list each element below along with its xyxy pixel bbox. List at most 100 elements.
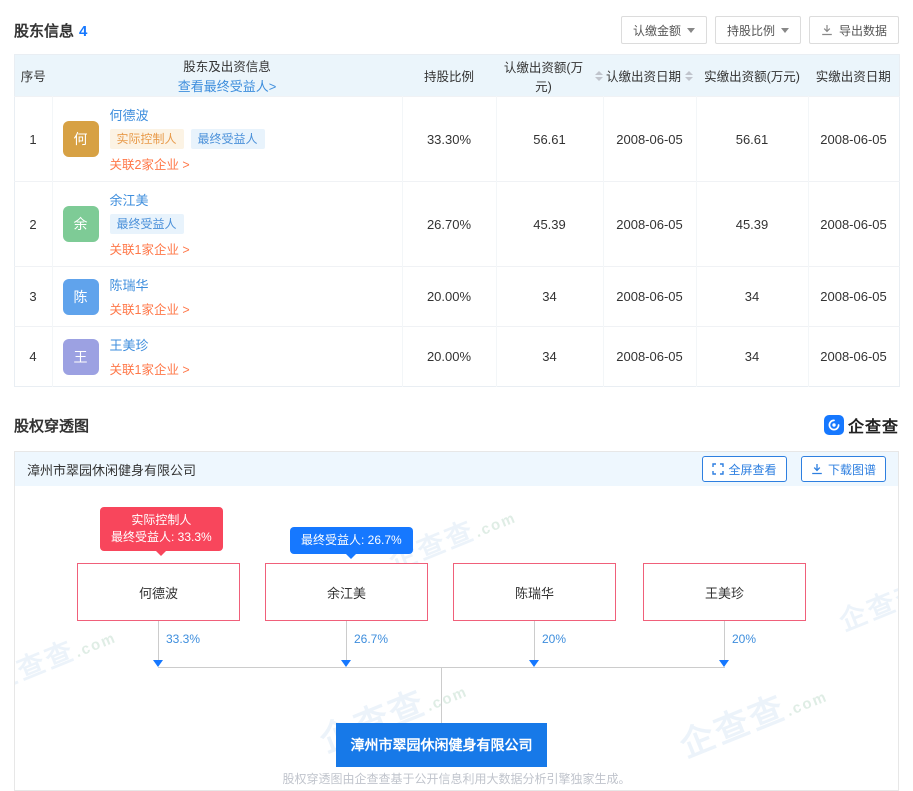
chart-company-name: 漳州市翠园休闲健身有限公司 bbox=[27, 460, 196, 479]
shareholders-table: 序号 股东及出资信息 查看最终受益人> 持股比例 认缴出资额(万元) 认缴出资日… bbox=[14, 54, 900, 387]
ratio-cell: 20.00% bbox=[402, 267, 496, 327]
equity-diagram: 企查查.com 企查查.com 企查查.com 企查查.com 企查查.com … bbox=[15, 486, 898, 790]
paid-date-cell: 2008-06-05 bbox=[808, 182, 899, 267]
shareholders-title: 股东信息4 bbox=[14, 20, 87, 41]
actual-controller-tag: 实际控制人 bbox=[110, 129, 184, 149]
fullscreen-button[interactable]: 全屏查看 bbox=[702, 456, 787, 482]
subscribed-amount-cell: 34 bbox=[496, 327, 603, 387]
badge-line-1: 实际控制人 bbox=[111, 512, 212, 529]
qichacha-logo-text: 企查查 bbox=[848, 413, 899, 437]
paid-date-cell: 2008-06-05 bbox=[808, 97, 899, 182]
header-shareholder: 股东及出资信息 查看最终受益人> bbox=[52, 55, 402, 97]
row-index: 4 bbox=[14, 327, 52, 387]
qichacha-logo: 企查查 bbox=[824, 413, 899, 437]
shareholder-cell: 王 王美珍 关联1家企业 > bbox=[52, 327, 402, 387]
qichacha-logo-icon bbox=[824, 415, 844, 435]
download-icon bbox=[811, 463, 823, 475]
shareholder-cell: 陈 陈瑞华 关联1家企业 > bbox=[52, 267, 402, 327]
watermark: 企查查.com bbox=[671, 664, 832, 767]
equity-header: 股权穿透图 企查查 bbox=[0, 387, 913, 445]
shareholder-name-link[interactable]: 王美珍 bbox=[110, 335, 149, 354]
avatar: 何 bbox=[63, 121, 99, 157]
arrow-down-icon bbox=[341, 660, 351, 667]
shareholder-name-link[interactable]: 余江美 bbox=[110, 190, 149, 209]
header-paid-amount: 实缴出资额(万元) bbox=[696, 55, 808, 97]
shareholding-ratio-dropdown-label: 持股比例 bbox=[727, 22, 775, 39]
row-index: 1 bbox=[14, 97, 52, 182]
header-ratio: 持股比例 bbox=[402, 55, 496, 97]
table-row: 4 王 王美珍 关联1家企业 > 20.00% 34 2008-06-05 34… bbox=[14, 327, 899, 387]
related-companies-link[interactable]: 关联1家企业 > bbox=[110, 359, 190, 378]
ratio-cell: 33.30% bbox=[402, 97, 496, 182]
table-row: 1 何 何德波 实际控制人 最终受益人 关联2家企业 > 33.30% 56.6… bbox=[14, 97, 899, 182]
shareholder-name-link[interactable]: 陈瑞华 bbox=[110, 275, 149, 294]
paid-amount-cell: 45.39 bbox=[696, 182, 808, 267]
equity-title: 股权穿透图 bbox=[14, 415, 89, 436]
watermark: 企查查.com bbox=[14, 613, 120, 699]
download-icon bbox=[821, 24, 833, 36]
table-actions: 认缴金额 持股比例 导出数据 bbox=[613, 16, 899, 44]
export-data-button[interactable]: 导出数据 bbox=[809, 16, 899, 44]
diagram-node-shareholder[interactable]: 余江美 bbox=[265, 563, 428, 621]
beneficiary-tag: 最终受益人 bbox=[110, 214, 184, 234]
connector-line bbox=[534, 621, 535, 660]
diagram-node-shareholder[interactable]: 陈瑞华 bbox=[453, 563, 616, 621]
section-title: 股东信息 bbox=[14, 23, 74, 40]
table-header-row: 序号 股东及出资信息 查看最终受益人> 持股比例 认缴出资额(万元) 认缴出资日… bbox=[14, 55, 899, 97]
connector-line bbox=[346, 621, 347, 660]
subscribed-date-cell: 2008-06-05 bbox=[603, 97, 696, 182]
related-companies-link[interactable]: 关联1家企业 > bbox=[110, 239, 190, 258]
paid-amount-cell: 56.61 bbox=[696, 97, 808, 182]
ratio-cell: 20.00% bbox=[402, 327, 496, 387]
row-index: 2 bbox=[14, 182, 52, 267]
header-index: 序号 bbox=[14, 55, 52, 97]
diagram-footnote: 股权穿透图由企查查基于公开信息利用大数据分析引擎独家生成。 bbox=[15, 770, 898, 787]
arrow-down-icon bbox=[529, 660, 539, 667]
header-shareholder-label: 股东及出资信息 bbox=[183, 60, 271, 74]
shareholder-name-link[interactable]: 何德波 bbox=[110, 105, 149, 124]
ownership-percent: 33.3% bbox=[166, 632, 200, 646]
watermark: 企查查.com bbox=[833, 553, 899, 639]
chart-toolbar-buttons: 全屏查看 下载图谱 bbox=[692, 456, 886, 482]
arrow-down-icon bbox=[719, 660, 729, 667]
shareholding-ratio-dropdown[interactable]: 持股比例 bbox=[715, 16, 801, 44]
header-subscribed-amount: 认缴出资额(万元) bbox=[496, 55, 603, 97]
avatar: 王 bbox=[63, 339, 99, 375]
paid-date-cell: 2008-06-05 bbox=[808, 327, 899, 387]
badge-line-1: 最终受益人: 26.7% bbox=[301, 532, 402, 549]
download-chart-button[interactable]: 下载图谱 bbox=[801, 456, 886, 482]
diagram-node-company[interactable]: 漳州市翠园休闲健身有限公司 bbox=[336, 723, 547, 767]
equity-chart-card: 漳州市翠园休闲健身有限公司 全屏查看 下载图谱 企查查.com 企查查.com … bbox=[14, 451, 899, 791]
ratio-cell: 26.70% bbox=[402, 182, 496, 267]
subscribed-amount-dropdown[interactable]: 认缴金额 bbox=[621, 16, 707, 44]
badge-line-2: 最终受益人: 33.3% bbox=[111, 529, 212, 546]
paid-amount-cell: 34 bbox=[696, 267, 808, 327]
connector-line bbox=[724, 621, 725, 660]
shareholder-cell: 余 余江美 最终受益人 关联1家企业 > bbox=[52, 182, 402, 267]
export-data-label: 导出数据 bbox=[839, 22, 887, 39]
connector-line bbox=[158, 621, 159, 660]
subscribed-date-cell: 2008-06-05 bbox=[603, 327, 696, 387]
caret-down-icon bbox=[781, 28, 789, 33]
sort-icon[interactable] bbox=[595, 71, 603, 81]
view-beneficiary-link[interactable]: 查看最终受益人> bbox=[52, 76, 402, 95]
sort-icon[interactable] bbox=[685, 71, 693, 81]
connector-line bbox=[441, 667, 442, 723]
ownership-percent: 20% bbox=[542, 632, 566, 646]
related-companies-link[interactable]: 关联2家企业 > bbox=[110, 154, 190, 173]
shareholder-cell: 何 何德波 实际控制人 最终受益人 关联2家企业 > bbox=[52, 97, 402, 182]
avatar: 陈 bbox=[63, 279, 99, 315]
related-companies-link[interactable]: 关联1家企业 > bbox=[110, 299, 190, 318]
arrow-down-icon bbox=[153, 660, 163, 667]
diagram-node-shareholder[interactable]: 王美珍 bbox=[643, 563, 806, 621]
subscribed-date-cell: 2008-06-05 bbox=[603, 267, 696, 327]
chart-toolbar: 漳州市翠园休闲健身有限公司 全屏查看 下载图谱 bbox=[15, 452, 898, 486]
avatar: 余 bbox=[63, 206, 99, 242]
actual-controller-badge: 实际控制人 最终受益人: 33.3% bbox=[100, 507, 223, 551]
diagram-node-shareholder[interactable]: 何德波 bbox=[77, 563, 240, 621]
subscribed-amount-cell: 56.61 bbox=[496, 97, 603, 182]
fullscreen-icon bbox=[712, 463, 724, 475]
ownership-percent: 20% bbox=[732, 632, 756, 646]
subscribed-amount-dropdown-label: 认缴金额 bbox=[633, 22, 681, 39]
table-row: 3 陈 陈瑞华 关联1家企业 > 20.00% 34 2008-06-05 34… bbox=[14, 267, 899, 327]
